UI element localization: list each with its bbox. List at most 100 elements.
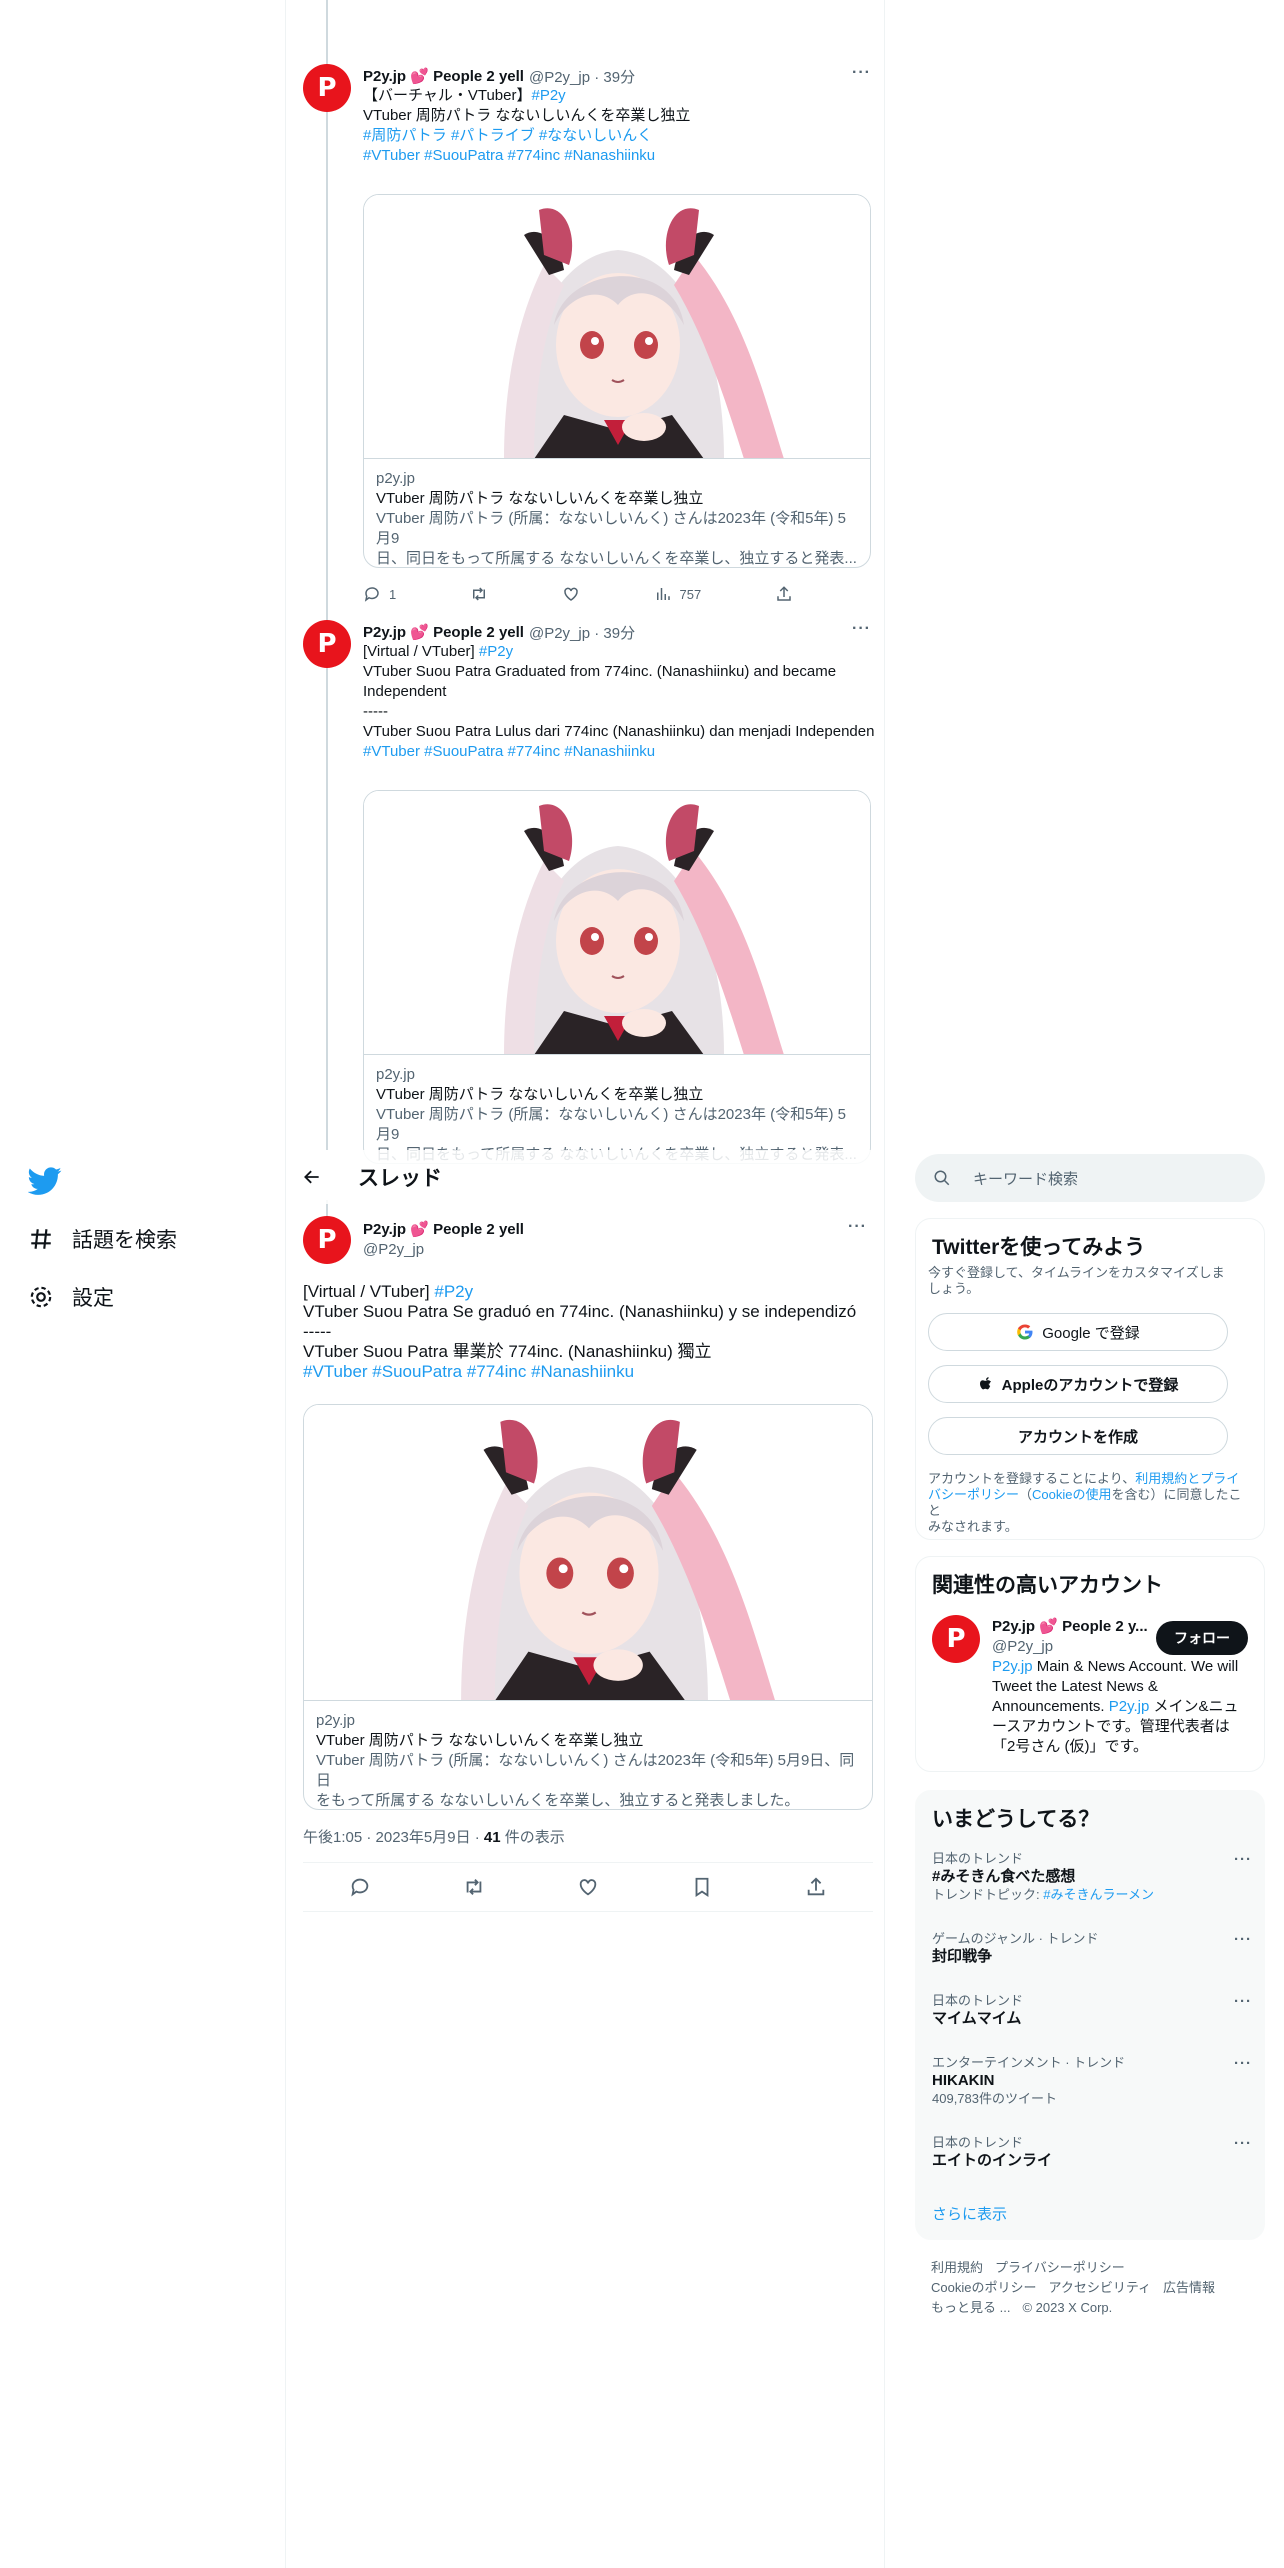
card-domain: p2y.jp <box>316 1712 355 1729</box>
google-signup-label: Google で登録 <box>1042 1324 1140 1342</box>
card-description: VTuber 周防パトラ (所属：なないしいんく) さんは2023年 (令和5年… <box>316 1752 855 1789</box>
tweet-text-line: ----- <box>363 703 388 720</box>
reply-button[interactable]: 1 <box>363 585 396 603</box>
bio-text: Tweet the Latest News & <box>992 1678 1158 1695</box>
nav-explore[interactable]: 話題を検索 <box>28 1224 177 1254</box>
card-description: VTuber 周防パトラ (所属：なないしいんく) さんは2023年 (令和5年… <box>376 1106 846 1143</box>
bio-link[interactable]: P2y.jp <box>1109 1698 1150 1715</box>
apple-icon <box>979 1377 991 1390</box>
hashtag-link[interactable]: #VTuber #SuouPatra #774inc #Nanashiinku <box>363 147 655 164</box>
trend-item[interactable]: 日本のトレンド #みそきん食べた感想 トレンドトピック: #みそきんラーメン ·… <box>932 1851 1252 1903</box>
terms-link[interactable]: 利用規約とプライ <box>1135 1471 1239 1486</box>
more-icon[interactable]: ··· <box>1234 2055 1252 2072</box>
trend-name: マイムマイム <box>932 2010 1022 2027</box>
author-handle[interactable]: @P2y_jp <box>363 1240 524 1260</box>
trend-item[interactable]: ゲームのジャンル · トレンド 封印戦争 ··· <box>932 1931 1252 1967</box>
views-label: 件の表示 <box>500 1829 565 1846</box>
footer-link[interactable]: 広告情報 <box>1163 2280 1215 2295</box>
link-card[interactable]: p2y.jp VTuber 周防パトラ なないしいんくを卒業し独立 VTuber… <box>363 790 871 1164</box>
more-icon[interactable]: ··· <box>852 620 871 638</box>
tweet-timestamp[interactable]: 午後1:05 · 2023年5月9日 · 41 件の表示 <box>303 1826 565 1847</box>
hashtag-link[interactable]: #VTuber #SuouPatra #774inc #Nanashiinku <box>303 1362 873 1382</box>
show-more-link[interactable]: さらに表示 <box>932 2203 1007 2224</box>
terms-text: アカウントを登録することにより、 <box>928 1471 1136 1486</box>
back-arrow-icon[interactable] <box>302 1167 322 1187</box>
search-input[interactable]: キーワード検索 <box>915 1154 1265 1202</box>
footer-link[interactable]: 利用規約 <box>931 2260 983 2275</box>
link-card[interactable]: p2y.jp VTuber 周防パトラ なないしいんくを卒業し独立 VTuber… <box>363 194 871 568</box>
hashtag-link[interactable]: #P2y <box>434 1282 473 1301</box>
signup-subtitle: 今すぐ登録して、タイムラインをカスタマイズしま <box>928 1265 1225 1280</box>
card-domain: p2y.jp <box>376 470 415 487</box>
share-icon <box>777 586 791 601</box>
page-title: スレッド <box>358 1167 442 1190</box>
avatar[interactable]: P <box>303 64 351 112</box>
bio-text: Announcements. <box>992 1698 1109 1715</box>
card-description: VTuber 周防パトラ (所属：なないしいんく) さんは2023年 (令和5年… <box>376 510 846 547</box>
trend-item[interactable]: エンターテインメント · トレンド HIKAKIN 409,783件のツイート … <box>932 2055 1252 2107</box>
trend-item[interactable]: 日本のトレンド マイムマイム ··· <box>932 1993 1252 2029</box>
link-card[interactable]: p2y.jp VTuber 周防パトラ なないしいんくを卒業し独立 VTuber… <box>303 1404 873 1810</box>
bio-text: ースアカウントです。管理代表者は <box>992 1718 1230 1735</box>
tweet-text-line: VTuber 周防パトラ なないしいんくを卒業し独立 <box>363 107 691 124</box>
retweet-button[interactable] <box>470 585 488 603</box>
tweet-text-line: VTuber Suou Patra Lulus dari 774inc (Nan… <box>363 723 875 740</box>
tweet-actions: 1 757 <box>363 584 793 604</box>
trend-topic-link[interactable]: #みそきんラーメン <box>1043 1887 1154 1902</box>
share-button[interactable] <box>775 585 793 603</box>
trend-meta: トレンドトピック: <box>932 1887 1044 1902</box>
cookie-link[interactable]: Cookieの使用 <box>1032 1487 1111 1502</box>
tweet-text-line: ----- <box>303 1322 332 1341</box>
trend-item[interactable]: 日本のトレンド エイトのインライ ··· <box>932 2135 1252 2171</box>
trend-meta: 409,783件のツイート <box>932 2091 1057 2106</box>
trend-category: 日本のトレンド <box>932 2135 1024 2150</box>
bio-link[interactable]: P2y.jp <box>992 1658 1033 1675</box>
footer-link[interactable]: アクセシビリティ <box>1048 2280 1151 2295</box>
hashtag-link[interactable]: #周防パトラ #パトライブ #なないしいんく <box>363 127 652 144</box>
author-handle[interactable]: @P2y_jp · 39分 <box>529 66 635 87</box>
more-icon[interactable]: ··· <box>1234 2135 1252 2152</box>
follow-button[interactable]: フォロー <box>1156 1621 1248 1655</box>
card-image <box>304 1405 872 1701</box>
more-icon[interactable]: ··· <box>852 64 871 82</box>
avatar[interactable]: P <box>303 1216 351 1264</box>
more-icon[interactable]: ··· <box>1234 1851 1252 1868</box>
footer-link[interactable]: Cookieのポリシー <box>931 2280 1036 2295</box>
hashtag-link[interactable]: #VTuber #SuouPatra #774inc #Nanashiinku <box>363 743 655 760</box>
heart-icon[interactable] <box>577 1876 599 1898</box>
nav-settings-label: 設定 <box>72 1287 114 1310</box>
reply-icon <box>364 587 379 602</box>
avatar[interactable]: P <box>932 1615 980 1663</box>
author-handle[interactable]: @P2y_jp · 39分 <box>529 622 635 643</box>
hashtag-link[interactable]: #P2y <box>479 643 513 660</box>
nav-settings[interactable]: 設定 <box>28 1282 114 1312</box>
author-name[interactable]: P2y.jp 💕 People 2 yell <box>363 1220 524 1240</box>
hashtag-link[interactable]: #P2y <box>531 87 565 104</box>
twitter-bird-icon[interactable] <box>28 1164 62 1198</box>
thread-column: P P2y.jp 💕 People 2 yell @P2y_jp · 39分 ·… <box>285 0 885 2568</box>
left-navigation: 話題を検索 設定 <box>0 0 285 2568</box>
share-icon[interactable] <box>805 1876 827 1898</box>
author-name[interactable]: P2y.jp 💕 People 2 yell <box>363 67 524 85</box>
avatar[interactable]: P <box>303 620 351 668</box>
more-icon[interactable]: ··· <box>848 1218 867 1236</box>
like-button[interactable] <box>562 585 580 603</box>
footer-link[interactable]: プライバシーポリシー <box>995 2260 1125 2275</box>
views-button[interactable]: 757 <box>654 585 701 603</box>
related-title: 関連性の高いアカウント <box>932 1574 1163 1597</box>
privacy-link[interactable]: バシーポリシー <box>928 1487 1019 1502</box>
more-icon[interactable]: ··· <box>1234 1993 1252 2010</box>
create-account-button[interactable]: アカウントを作成 <box>928 1417 1228 1455</box>
bookmark-icon[interactable] <box>691 1876 713 1898</box>
google-signup-button[interactable]: Google で登録 <box>928 1313 1228 1351</box>
tweet-text-line: [Virtual / VTuber] <box>303 1282 430 1301</box>
reply-icon[interactable] <box>349 1876 371 1898</box>
author-name[interactable]: P2y.jp 💕 People 2 yell <box>363 623 524 641</box>
more-icon[interactable]: ··· <box>1234 1931 1252 1948</box>
timestamp-text: 午後1:05 · 2023年5月9日 · <box>303 1829 484 1846</box>
apple-signup-button[interactable]: Appleのアカウントで登録 <box>928 1365 1228 1403</box>
retweet-icon[interactable] <box>463 1876 485 1898</box>
google-icon <box>1017 1324 1033 1340</box>
copyright: © 2023 X Corp. <box>1022 2300 1113 2315</box>
footer-more-link[interactable]: もっと見る ... <box>931 2300 1010 2315</box>
